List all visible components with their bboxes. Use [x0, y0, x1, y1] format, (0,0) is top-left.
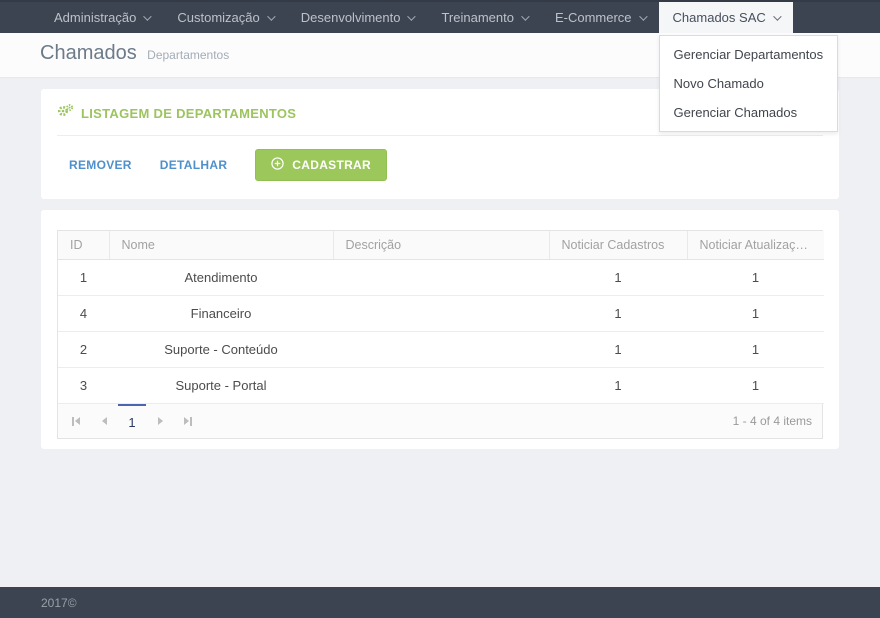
- cell-id: 1: [58, 259, 109, 296]
- menu-item-gerenciar-chamados[interactable]: Gerenciar Chamados: [660, 98, 838, 127]
- pager-page-1[interactable]: 1: [118, 404, 146, 438]
- menu-item-novo-chamado[interactable]: Novo Chamado: [660, 69, 838, 98]
- table-row[interactable]: 4 Financeiro 1 1: [58, 295, 824, 332]
- column-header-descricao[interactable]: Descrição: [332, 231, 549, 260]
- detalhar-button[interactable]: DETALHAR: [160, 158, 228, 172]
- chevron-down-icon: [407, 11, 417, 21]
- cell-descricao: [333, 295, 549, 332]
- chevron-down-icon: [772, 11, 782, 21]
- departments-grid: ID Nome Descrição Noticiar Cadastros Not…: [57, 230, 824, 439]
- page-subtitle: Departamentos: [147, 48, 230, 62]
- cell-nome: Atendimento: [109, 259, 333, 296]
- chevron-down-icon: [266, 11, 276, 21]
- column-header-noticiar-atualizacoes[interactable]: Noticiar Atualizações: [686, 231, 824, 260]
- cell-nome: Suporte - Portal: [109, 367, 333, 404]
- nav-item-customizacao[interactable]: Customização: [163, 2, 286, 33]
- cell-id: 4: [58, 295, 109, 332]
- cadastrar-button-label: CADASTRAR: [292, 158, 371, 172]
- table-row[interactable]: 1 Atendimento 1 1: [58, 259, 824, 296]
- nav-item-desenvolvimento[interactable]: Desenvolvimento: [287, 2, 428, 33]
- remover-button[interactable]: REMOVER: [69, 158, 132, 172]
- nav-item-ecommerce[interactable]: E-Commerce: [541, 2, 659, 33]
- cell-nome: Financeiro: [109, 295, 333, 332]
- cell-noticiar-atualizacoes: 1: [687, 367, 824, 404]
- cell-id: 2: [58, 331, 109, 368]
- panel-title: LISTAGEM DE DEPARTAMENTOS: [81, 105, 297, 121]
- cell-nome: Suporte - Conteúdo: [109, 331, 333, 368]
- cell-noticiar-cadastros: 1: [549, 331, 687, 368]
- pager-previous-button[interactable]: [90, 404, 118, 438]
- column-header-nome[interactable]: Nome: [108, 231, 333, 260]
- table-row[interactable]: 2 Suporte - Conteúdo 1 1: [58, 331, 824, 368]
- nav-item-label: Treinamento: [441, 10, 514, 25]
- nav-item-administracao[interactable]: Administração: [40, 2, 163, 33]
- cell-noticiar-atualizacoes: 1: [687, 331, 824, 368]
- cell-noticiar-cadastros: 1: [549, 259, 687, 296]
- nav-item-treinamento[interactable]: Treinamento: [427, 2, 541, 33]
- nav-item-label: Customização: [177, 10, 260, 25]
- cadastrar-button[interactable]: CADASTRAR: [255, 149, 387, 181]
- nav-item-label: Administração: [54, 10, 137, 25]
- cell-descricao: [333, 367, 549, 404]
- cell-noticiar-cadastros: 1: [549, 295, 687, 332]
- cell-id: 3: [58, 367, 109, 404]
- footer: 2017©: [0, 587, 880, 618]
- cell-noticiar-atualizacoes: 1: [687, 295, 824, 332]
- nav-item-label: E-Commerce: [554, 10, 632, 25]
- chevron-down-icon: [638, 11, 648, 21]
- column-header-id[interactable]: ID: [58, 231, 109, 260]
- arrow-right-icon: [157, 417, 163, 425]
- seek-first-icon: [72, 416, 74, 426]
- nav-item-chamados-sac[interactable]: Chamados SAC Gerenciar Departamentos Nov…: [658, 2, 839, 132]
- main-content: LISTAGEM DE DEPARTAMENTOS REMOVER DETALH…: [0, 78, 880, 587]
- pager-info: 1 - 4 of 4 items: [732, 414, 812, 428]
- cell-noticiar-atualizacoes: 1: [687, 259, 824, 296]
- departments-table: ID Nome Descrição Noticiar Cadastros Not…: [58, 231, 824, 404]
- copyright-text: 2017©: [41, 595, 77, 610]
- pager: 1 1 - 4 of 4 items: [58, 404, 822, 438]
- chamados-sac-dropdown: Gerenciar Departamentos Novo Chamado Ger…: [658, 35, 839, 132]
- toolbar: REMOVER DETALHAR CADASTRAR: [57, 136, 823, 191]
- grid-card: ID Nome Descrição Noticiar Cadastros Not…: [41, 210, 839, 449]
- chevron-down-icon: [521, 11, 530, 21]
- pager-last-button[interactable]: [174, 404, 202, 438]
- chevron-down-icon: [143, 11, 153, 21]
- menu-item-gerenciar-departamentos[interactable]: Gerenciar Departamentos: [660, 40, 838, 69]
- table-row[interactable]: 3 Suporte - Portal 1 1: [58, 367, 824, 404]
- top-navbar: Administração Customização Desenvolvimen…: [0, 0, 880, 132]
- cell-noticiar-cadastros: 1: [549, 367, 687, 404]
- column-header-noticiar-cadastros[interactable]: Noticiar Cadastros: [548, 231, 687, 260]
- arrow-left-icon: [101, 417, 107, 425]
- plus-circle-icon: [271, 157, 284, 173]
- cogs-icon: [57, 103, 74, 123]
- nav-item-label: Chamados SAC: [672, 10, 766, 25]
- cell-descricao: [333, 259, 549, 296]
- pager-next-button[interactable]: [146, 404, 174, 438]
- page-title: Chamados: [40, 42, 137, 64]
- cell-descricao: [333, 331, 549, 368]
- pager-first-button[interactable]: [62, 404, 90, 438]
- nav-item-label: Desenvolvimento: [300, 10, 401, 25]
- seek-last-icon: [184, 417, 190, 425]
- table-header-row: ID Nome Descrição Noticiar Cadastros Not…: [58, 231, 824, 260]
